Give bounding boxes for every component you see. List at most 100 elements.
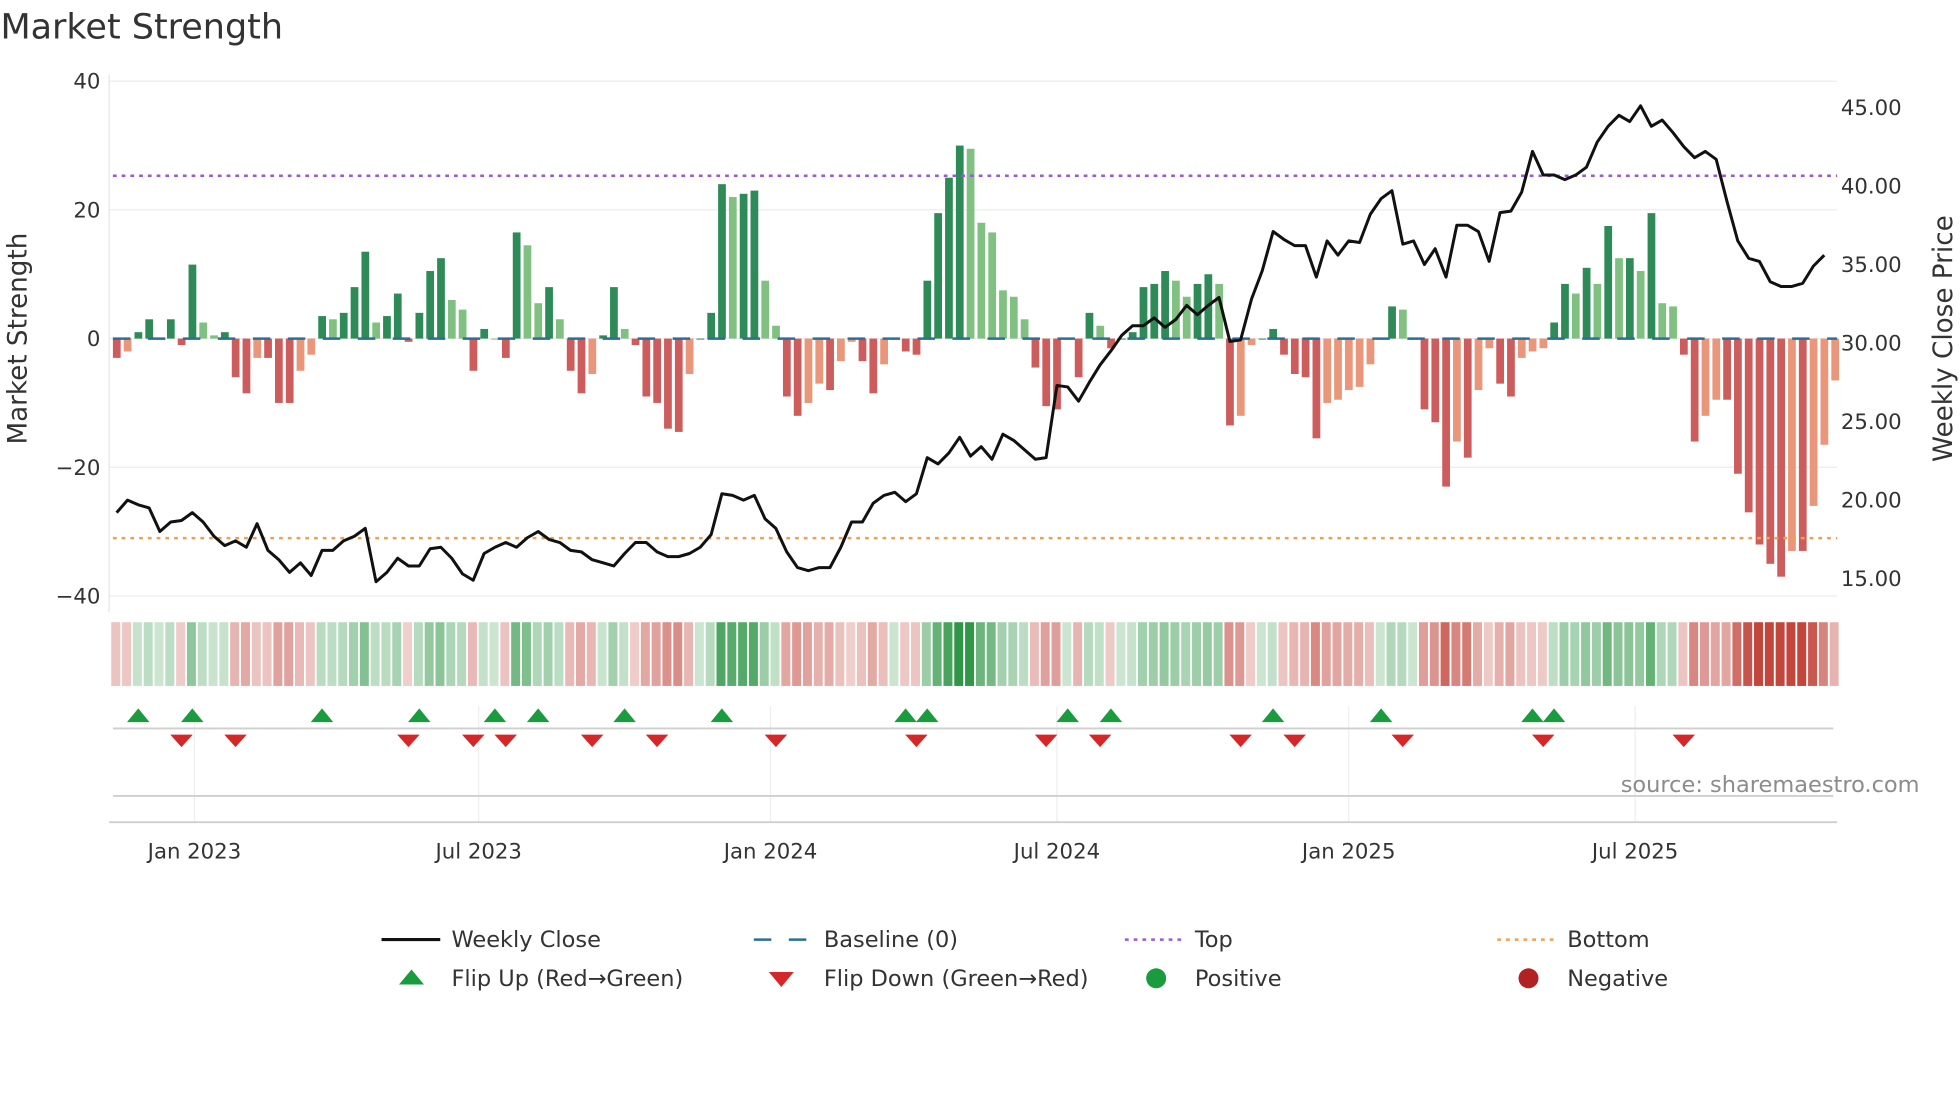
heat-cell: [1408, 622, 1418, 686]
heat-cell: [1364, 622, 1374, 686]
heat-cell: [143, 622, 153, 686]
heat-cell: [165, 622, 175, 686]
heat-cell: [889, 622, 899, 686]
heat-cell: [684, 622, 694, 686]
heat-cell: [262, 622, 272, 686]
strength-bar: [242, 338, 251, 394]
flip-down-marker: [764, 734, 788, 748]
heat-cell: [122, 622, 132, 686]
strength-bar: [501, 338, 510, 358]
flip-up-marker: [613, 708, 636, 723]
strength-bar: [901, 338, 910, 352]
flip-up-marker: [894, 708, 917, 723]
strength-bar: [1182, 296, 1191, 339]
heat-cell: [1440, 622, 1450, 686]
strength-bar: [1647, 213, 1656, 339]
heat-cell: [651, 622, 661, 686]
reference-lines: [112, 174, 1838, 540]
x-tick-label: Jan 2024: [722, 839, 818, 864]
heat-cell: [1505, 622, 1515, 686]
flip-markers: [109, 705, 1838, 824]
heat-cell: [975, 622, 985, 686]
heat-cell: [1300, 622, 1310, 686]
heat-cell: [1375, 622, 1385, 686]
strength-bar: [1301, 338, 1310, 378]
flip-up-marker: [1521, 708, 1544, 723]
y2-axis-label: Weekly Close Price: [1929, 215, 1959, 462]
flip-down-marker: [580, 734, 604, 748]
heat-cell: [781, 622, 791, 686]
heat-cell: [1516, 622, 1526, 686]
flip-down-marker: [1283, 734, 1306, 748]
strength-bar: [166, 319, 175, 339]
heat-cell: [1743, 622, 1753, 686]
legend: Weekly Close Baseline (0) Top Bottom Flip Up…: [381, 927, 1668, 992]
strength-bar: [188, 264, 197, 339]
flip-down-marker: [1672, 734, 1695, 748]
heat-cell: [554, 622, 564, 686]
heat-cell: [1624, 622, 1634, 686]
heat-cell: [1667, 622, 1677, 686]
heat-cell: [1418, 622, 1428, 686]
heat-cell: [867, 622, 877, 686]
heat-cell: [457, 622, 467, 686]
heat-cell: [748, 622, 758, 686]
strength-bar: [123, 338, 132, 352]
heat-cell: [413, 622, 423, 686]
flip-down-marker: [1034, 734, 1058, 748]
heat-cell: [338, 622, 348, 686]
heat-cell: [1570, 622, 1580, 686]
heat-cell: [500, 622, 510, 686]
heat-cell: [511, 622, 521, 686]
flip-up-marker: [1369, 708, 1393, 723]
strength-bar: [966, 148, 975, 339]
strength-bar: [1723, 338, 1731, 400]
heat-cell: [1246, 622, 1256, 686]
strength-bar: [210, 335, 218, 339]
heat-cell: [921, 622, 931, 686]
strength-bar: [707, 312, 716, 339]
flip-up-marker: [1099, 708, 1123, 723]
heat-cell: [1527, 622, 1537, 686]
heat-cell: [392, 622, 402, 686]
heat-cell: [630, 622, 640, 686]
strength-bar: [134, 332, 143, 339]
heat-cell: [1808, 622, 1818, 686]
strength-bar: [1398, 309, 1407, 339]
heat-cell: [1083, 622, 1093, 686]
heat-cell: [1483, 622, 1493, 686]
legend-flip-up-icon: [399, 969, 425, 985]
strength-bar: [1366, 338, 1375, 365]
heat-cell: [1786, 622, 1796, 686]
heat-cell: [1775, 622, 1785, 686]
strength-bar: [1485, 338, 1494, 349]
strength-bar: [1280, 338, 1288, 355]
heat-cell: [316, 622, 326, 686]
strength-bar: [1009, 296, 1018, 339]
y2-tick-label: 15.00: [1841, 567, 1902, 592]
strength-bar: [1420, 338, 1429, 410]
heat-cell: [294, 622, 304, 686]
strength-bar: [1344, 338, 1353, 391]
strength-bar: [1269, 328, 1278, 339]
heat-cell: [1678, 622, 1688, 686]
strength-bar: [1744, 338, 1753, 513]
heat-cell: [132, 622, 142, 686]
strength-bar: [739, 193, 748, 339]
strength-bar: [1085, 312, 1094, 339]
heat-cell: [900, 622, 910, 686]
legend-label: Positive: [1195, 966, 1282, 992]
heat-cell: [1321, 622, 1331, 686]
strength-bar: [372, 322, 381, 339]
strength-bar: [512, 232, 521, 339]
strength-bar: [977, 222, 986, 339]
strength-bar: [934, 213, 943, 339]
heat-cell: [565, 622, 575, 686]
flip-down-marker: [494, 734, 517, 748]
strength-bar: [231, 338, 240, 378]
strength-bar: [458, 309, 467, 339]
heat-cell: [1235, 622, 1245, 686]
heat-cell: [1656, 622, 1666, 686]
heat-cell: [856, 622, 866, 686]
heat-cell: [1699, 622, 1709, 686]
